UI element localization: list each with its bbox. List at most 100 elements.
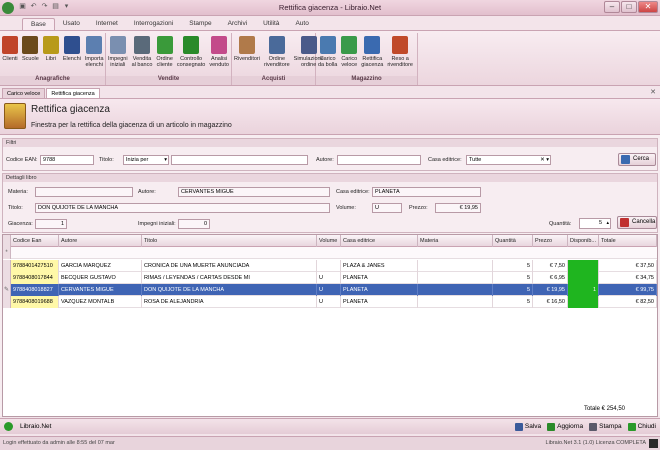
chiudi-button[interactable]: Chiudi xyxy=(627,421,656,433)
aggiorna-button[interactable]: Aggiorna xyxy=(547,421,583,433)
grid-header: Codice Ean Autore Titolo Volume Casa editric… xyxy=(3,235,657,247)
ordine-button[interactable]: Ordine cliente xyxy=(154,33,175,75)
cell-totale: € 82,50 xyxy=(599,296,657,308)
column-header-totale[interactable]: Totale xyxy=(599,235,657,247)
maximize-button[interactable]: □ xyxy=(621,1,637,13)
column-header-casa[interactable]: Casa editrice xyxy=(341,235,418,247)
adjust-icon xyxy=(364,36,381,54)
cell-volume: U xyxy=(317,296,341,308)
column-header-prezzo[interactable]: Prezzo xyxy=(533,235,568,247)
volume-field: U xyxy=(372,203,402,213)
casa-detail-label: Casa editrice: xyxy=(336,189,370,195)
importa-button[interactable]: Importa elenchi xyxy=(83,33,106,75)
tab-base[interactable]: Base xyxy=(22,18,55,30)
analisi-button[interactable]: Analisi venduto xyxy=(207,33,231,75)
tab-auto[interactable]: Auto xyxy=(287,18,316,30)
controllo-button[interactable]: Controllo consegnato xyxy=(175,33,207,75)
column-header-disp[interactable]: Disponib... xyxy=(568,235,599,247)
ribbon-button-label: Scuole xyxy=(22,56,39,62)
autore-detail-label: Autore: xyxy=(138,189,156,195)
ribbon-button-label: Analisi venduto xyxy=(209,56,229,68)
carico-button[interactable]: Carico da bolla xyxy=(316,33,339,75)
info-icon xyxy=(4,422,13,431)
table-row[interactable]: ✎ 9788408018827 CERVANTES MIGUE DON QUIJOTE… xyxy=(3,284,657,296)
column-header-autore[interactable]: Autore xyxy=(59,235,142,247)
stampa-button[interactable]: Stampa xyxy=(589,421,622,433)
titolo-mode-select[interactable]: Inizia per ▾ xyxy=(123,155,169,165)
resize-grip-icon[interactable] xyxy=(649,439,658,448)
tab-utilit-[interactable]: Utilità xyxy=(255,18,287,30)
cell-titolo: ROSA DE ALEJANDRIA xyxy=(142,296,317,308)
tab-usato[interactable]: Usato xyxy=(55,18,88,30)
table-row[interactable]: 9788401427510 GARCIA MARQUEZ CRONICA DE UN… xyxy=(3,260,657,272)
minimize-button[interactable]: – xyxy=(604,1,620,13)
impegni-button[interactable]: Impegni iniziali xyxy=(106,33,130,75)
action-label: Stampa xyxy=(599,423,622,430)
ean-input[interactable]: 9788 xyxy=(40,155,94,165)
row-indicator[interactable] xyxy=(3,272,11,284)
cell-casa: PLAZA & JANES xyxy=(341,260,418,272)
tab-stampe[interactable]: Stampe xyxy=(181,18,219,30)
quantita-input[interactable]: 5 ▴ xyxy=(579,218,611,229)
carico-button[interactable]: Carico veloce xyxy=(339,33,359,75)
casa-editrice-select[interactable]: Tutte ✕ ▾ xyxy=(466,155,551,165)
ordine-button[interactable]: Ordine rivenditore xyxy=(262,33,292,75)
column-header-ean[interactable]: Codice Ean xyxy=(11,235,59,247)
ribbon-button-label: Carico veloce xyxy=(341,56,358,68)
vendita-button[interactable]: Vendita al banco xyxy=(130,33,155,75)
cell-quantita[interactable]: 5 xyxy=(493,296,533,308)
spinner-icon[interactable]: ▴ xyxy=(606,219,609,227)
new-row[interactable]: * xyxy=(3,247,657,259)
close-button[interactable]: ✕ xyxy=(638,1,658,13)
page-title: Rettifica giacenza xyxy=(31,104,110,115)
ribbon-button-label: Importa elenchi xyxy=(84,56,104,68)
titolo-input[interactable] xyxy=(171,155,308,165)
grand-total: Totale € 254,50 xyxy=(583,406,625,412)
clienti-button[interactable]: Clienti xyxy=(0,33,20,75)
cerca-button[interactable]: Cerca xyxy=(618,153,656,166)
table-row[interactable]: 9788408019688 VAZQUEZ MONTALB ROSA DE ALEJ… xyxy=(3,296,657,308)
cell-autore: CERVANTES MIGUE xyxy=(59,284,142,296)
ribbon-button-label: Reso a rivenditore xyxy=(387,56,413,68)
reso-a-button[interactable]: Reso a rivenditore xyxy=(385,33,415,75)
ean-label: Codice EAN: xyxy=(6,157,38,163)
ribbon-group-label: Magazzino xyxy=(316,76,417,85)
tab-archivi[interactable]: Archivi xyxy=(220,18,256,30)
app-window: ▣ ↶ ↷ ▤ ▾ Rettifica giacenza - Libraio.N… xyxy=(0,0,660,450)
brand-label: Libraio.Net xyxy=(20,423,52,430)
table-row[interactable]: 9788408017844 BECQUER GUSTAVO RIMAS / LEYE… xyxy=(3,272,657,284)
column-header-titolo[interactable]: Titolo xyxy=(142,235,317,247)
row-indicator[interactable] xyxy=(3,260,11,272)
column-header-quantita[interactable]: Quantità xyxy=(493,235,533,247)
cell-quantita[interactable]: 5 xyxy=(493,260,533,272)
libri-button[interactable]: Libri xyxy=(41,33,61,75)
ribbon-buttons: Impegni iniziali Vendita al banco Ordine c… xyxy=(106,33,231,75)
delete-icon xyxy=(620,218,629,227)
cell-quantita[interactable]: 5 xyxy=(493,284,533,296)
salva-button[interactable]: Salva xyxy=(514,421,541,433)
row-indicator[interactable] xyxy=(3,296,11,308)
column-header-materia[interactable]: Materia xyxy=(418,235,493,247)
document-icon xyxy=(109,36,126,54)
articles-grid[interactable]: Codice Ean Autore Titolo Volume Casa editric… xyxy=(2,234,658,417)
edit-row-icon[interactable]: ✎ xyxy=(3,284,11,296)
ribbon-group-acquisti: Rivenditori Ordine rivenditore Simulazione… xyxy=(232,33,324,85)
book-icon xyxy=(42,36,59,54)
rettifica-button[interactable]: Rettifica giacenza xyxy=(359,33,385,75)
elenchi-button[interactable]: Elenchi xyxy=(61,33,83,75)
tab-internet[interactable]: Internet xyxy=(88,18,126,30)
cerca-label: Cerca xyxy=(633,156,650,162)
cancella-button[interactable]: Cancella xyxy=(617,216,657,229)
tab-carico-veloce[interactable]: Carico veloce xyxy=(2,88,46,98)
rivenditori-button[interactable]: Rivenditori xyxy=(232,33,262,75)
close-tab-icon[interactable]: ✕ xyxy=(650,88,656,96)
status-license: Libraio.Net 3.1 (1.0) Licenza COMPLETA xyxy=(545,440,646,446)
ribbon-button-label: Libri xyxy=(45,56,57,62)
scuole-button[interactable]: Scuole xyxy=(20,33,41,75)
tab-rettifica-giacenza[interactable]: Rettifica giacenza xyxy=(46,88,100,98)
autore-input[interactable] xyxy=(337,155,421,165)
tab-interrogazioni[interactable]: Interrogazioni xyxy=(126,18,181,30)
cell-quantita[interactable]: 5 xyxy=(493,272,533,284)
casa-editrice-value: Tutte xyxy=(469,157,482,163)
column-header-volume[interactable]: Volume xyxy=(317,235,341,247)
